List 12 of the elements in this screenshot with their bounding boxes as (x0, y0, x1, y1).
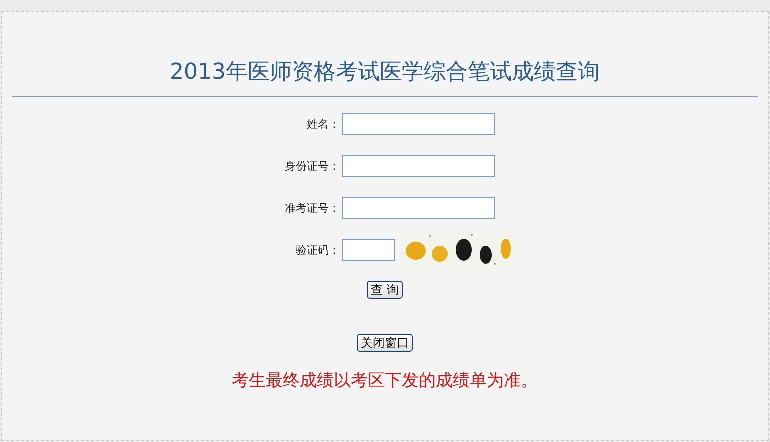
field-label: 身份证号： (284, 158, 340, 174)
input-field[interactable] (342, 113, 495, 135)
input-field[interactable] (342, 239, 395, 261)
field-label: 验证码： (295, 242, 340, 258)
input-field[interactable] (342, 155, 495, 177)
notice-text: 考生最终成绩以考区下发的成绩单为准。 (231, 370, 539, 392)
input-field[interactable] (342, 197, 495, 219)
query-button[interactable]: 查 询 (367, 281, 403, 299)
field-label: 准考证号： (284, 200, 340, 216)
field-label: 姓名： (306, 116, 340, 132)
page-title: 2013年医师资格考试医学综合笔试成绩查询 (169, 59, 601, 87)
close-window-button[interactable]: 关闭窗口 (357, 334, 413, 352)
